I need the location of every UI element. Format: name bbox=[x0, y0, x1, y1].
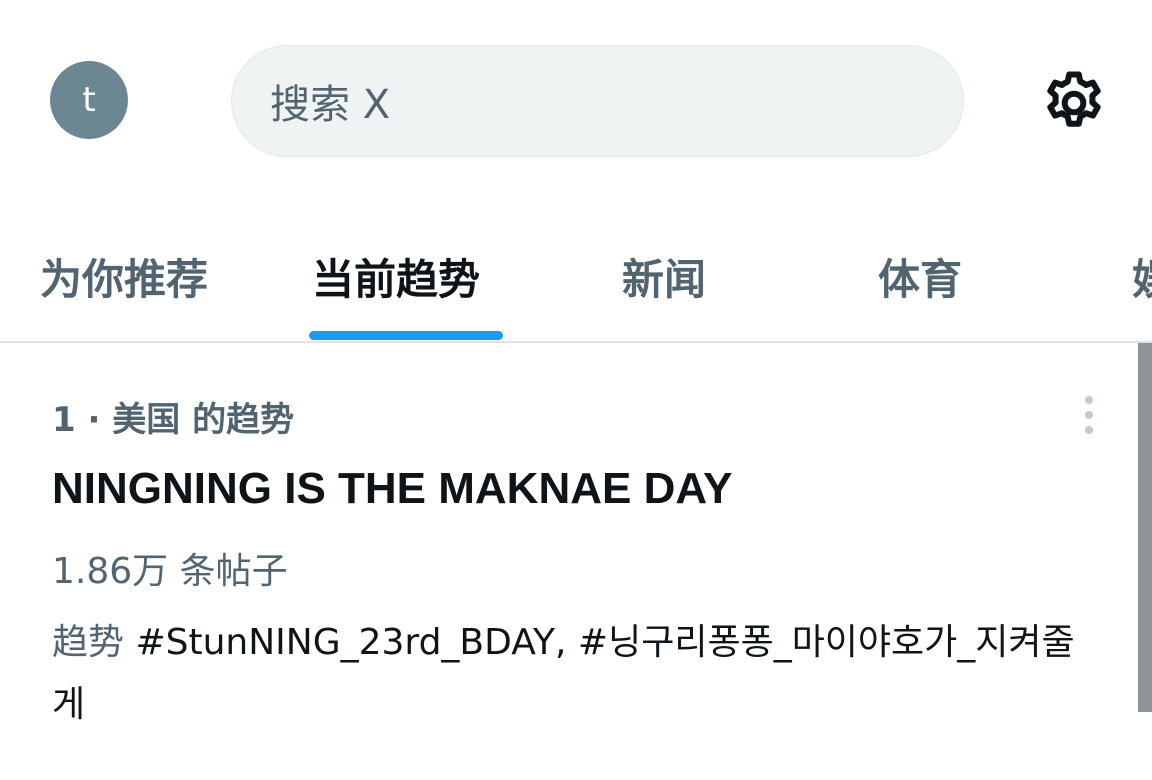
avatar[interactable]: t bbox=[50, 61, 128, 139]
divider bbox=[0, 341, 1152, 343]
tab-bar: 为你推荐 当前趋势 新闻 体育 娱 bbox=[0, 230, 1152, 340]
explore-page: t 搜索 X 为你推荐 当前趋势 新闻 体育 娱 1 · 美国 的趋势 NING… bbox=[0, 0, 1152, 780]
search-placeholder: 搜索 X bbox=[270, 82, 391, 128]
active-tab-indicator bbox=[309, 331, 503, 340]
gear-icon[interactable] bbox=[1038, 67, 1110, 139]
trend-title: NINGNING IS THE MAKNAE DAY bbox=[52, 464, 733, 513]
corner-shape bbox=[1108, 712, 1152, 780]
related-prefix: 趋势 bbox=[52, 622, 125, 663]
more-vertical-icon[interactable] bbox=[1079, 393, 1099, 439]
related-hashtags[interactable]: #StunNING_23rd_BDAY, #닝구리퐁퐁_마이야호가_지켜줄게 bbox=[52, 622, 1075, 725]
scrollbar[interactable] bbox=[1138, 343, 1152, 723]
trend-post-count: 1.86万 条帖子 bbox=[52, 551, 288, 592]
trend-location: 1 · 美国 的趋势 bbox=[52, 400, 295, 440]
trend-related-tags: 趋势 #StunNING_23rd_BDAY, #닝구리퐁퐁_마이야호가_지켜줄… bbox=[52, 612, 1082, 736]
tab-trending[interactable]: 当前趋势 bbox=[312, 246, 480, 307]
search-input[interactable]: 搜索 X bbox=[231, 45, 964, 157]
tab-news[interactable]: 新闻 bbox=[622, 246, 706, 307]
tab-entertainment[interactable]: 娱 bbox=[1132, 246, 1152, 307]
avatar-letter: t bbox=[82, 80, 96, 120]
tab-for-you[interactable]: 为你推荐 bbox=[40, 246, 208, 307]
tab-sports[interactable]: 体育 bbox=[878, 246, 962, 307]
